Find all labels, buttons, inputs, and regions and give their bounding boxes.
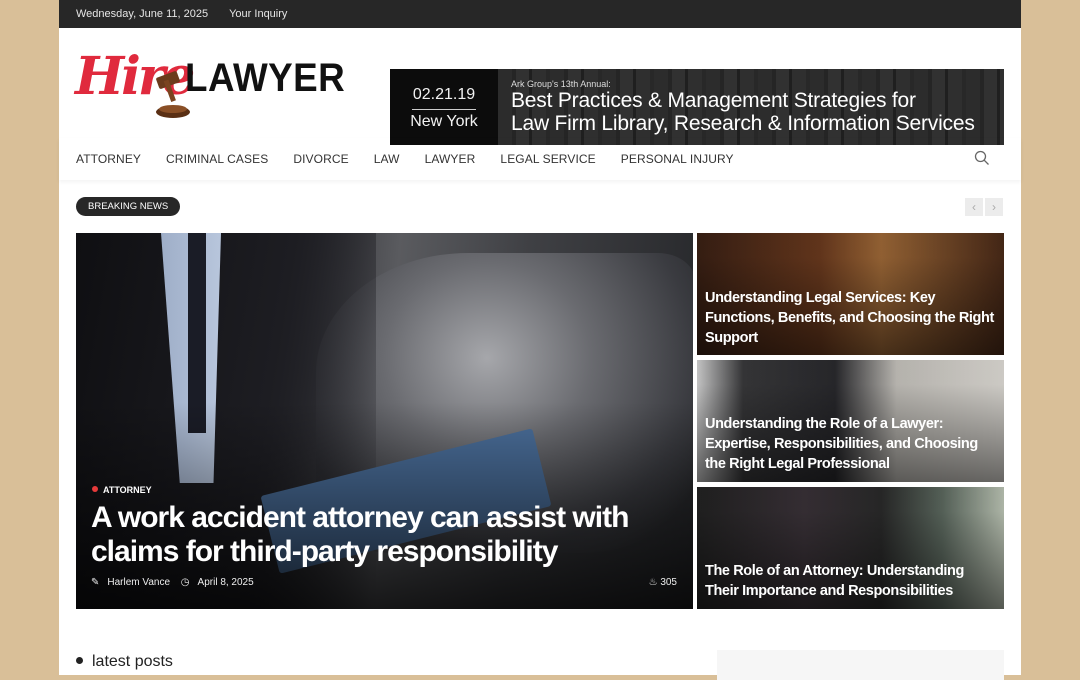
- side-post-3[interactable]: The Role of an Attorney: Understanding T…: [697, 487, 1004, 609]
- page: Wednesday, June 11, 2025 Your Inquiry Hi…: [59, 0, 1021, 680]
- hero-category[interactable]: ATTORNEY: [92, 485, 152, 495]
- prev-arrow-icon[interactable]: ‹: [965, 198, 983, 216]
- breaking-news-badge: BREAKING NEWS: [76, 197, 181, 216]
- side-post-2[interactable]: Understanding the Role of a Lawyer: Expe…: [697, 360, 1004, 482]
- side-post-title[interactable]: Understanding the Role of a Lawyer: Expe…: [705, 414, 995, 474]
- banner-headline-1: Best Practices & Management Strategies f…: [511, 89, 916, 112]
- hero-view-count: 305: [660, 577, 677, 588]
- hero-author[interactable]: Harlem Vance: [107, 577, 170, 588]
- fire-icon: ♨: [648, 577, 658, 588]
- nav-item-divorce[interactable]: DIVORCE: [293, 152, 348, 166]
- main-nav: ATTORNEY CRIMINAL CASES DIVORCE LAW LAWY…: [59, 138, 1021, 180]
- search-icon[interactable]: [974, 150, 990, 166]
- logo-wordmark: LAWYER: [185, 56, 346, 100]
- featured-post[interactable]: ATTORNEY A work accident attorney can as…: [76, 233, 693, 609]
- latest-posts-heading: latest posts: [76, 653, 173, 671]
- banner-kicker: Ark Group's 13th Annual:: [511, 79, 611, 89]
- author-icon: ✎: [91, 577, 100, 588]
- side-post-1[interactable]: Understanding Legal Services: Key Functi…: [697, 233, 1004, 355]
- banner-text: Ark Group's 13th Annual: Best Practices …: [511, 79, 975, 135]
- nav-item-attorney[interactable]: ATTORNEY: [76, 152, 141, 166]
- nav-item-law[interactable]: LAW: [374, 152, 400, 166]
- site-header: Hire LAWYER 02.21.19 New York Ark Group'…: [59, 28, 1021, 145]
- hero-views: ♨ 305: [649, 577, 677, 588]
- nav-item-personal-injury[interactable]: PERSONAL INJURY: [621, 152, 734, 166]
- hero-title[interactable]: A work accident attorney can assist with…: [91, 501, 691, 569]
- banner-date: 02.21.19: [412, 86, 476, 103]
- site-logo[interactable]: Hire LAWYER: [75, 44, 345, 118]
- banner-divider: [412, 109, 476, 110]
- side-post-title[interactable]: Understanding Legal Services: Key Functi…: [705, 288, 995, 348]
- event-banner[interactable]: 02.21.19 New York Ark Group's 13th Annua…: [390, 69, 1004, 145]
- sidebar-widget: [717, 650, 1004, 680]
- side-post-title[interactable]: The Role of an Attorney: Understanding T…: [705, 561, 995, 601]
- nav-item-legal-service[interactable]: LEGAL SERVICE: [500, 152, 595, 166]
- current-date: Wednesday, June 11, 2025: [76, 8, 209, 20]
- slider-arrows: ‹ ›: [965, 198, 1003, 216]
- hero-date: April 8, 2025: [197, 577, 254, 588]
- banner-headline-2: Law Firm Library, Research & Information…: [511, 112, 975, 135]
- next-arrow-icon[interactable]: ›: [985, 198, 1003, 216]
- banner-city: New York: [410, 113, 478, 130]
- nav-item-criminal-cases[interactable]: CRIMINAL CASES: [166, 152, 268, 166]
- banner-date-block: 02.21.19 New York: [390, 69, 498, 145]
- top-bar: Wednesday, June 11, 2025 Your Inquiry: [59, 0, 1021, 28]
- clock-icon: ◷: [180, 577, 190, 588]
- hero-meta: ✎ Harlem Vance ◷ April 8, 2025: [91, 577, 262, 588]
- inquiry-link[interactable]: Your Inquiry: [229, 8, 287, 20]
- nav-item-lawyer[interactable]: LAWYER: [425, 152, 476, 166]
